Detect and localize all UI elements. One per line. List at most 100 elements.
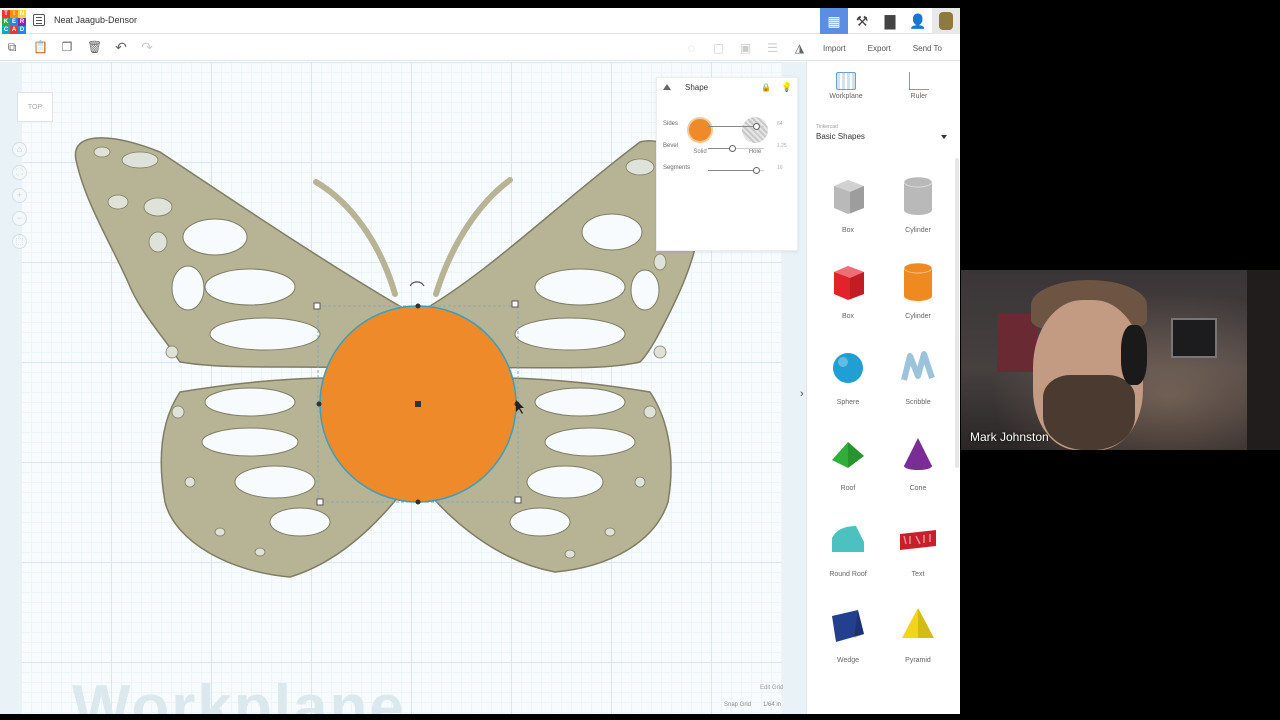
wedge-shape[interactable]: Wedge: [818, 604, 878, 664]
slider-knob[interactable]: [752, 123, 760, 130]
shape-label: Roof: [840, 485, 856, 492]
ruler-icon: [909, 72, 929, 90]
mirror-icon[interactable]: ◮: [786, 41, 813, 55]
slider-value[interactable]: 1.25: [777, 143, 787, 149]
workplane-tool[interactable]: Workplane: [821, 72, 871, 100]
shape-label: Text: [911, 571, 925, 578]
box-hole-shape-icon: [818, 174, 878, 223]
library-source: Tinkercad: [816, 124, 838, 130]
chevron-down-icon[interactable]: [941, 135, 947, 139]
slider-value[interactable]: 64: [777, 121, 783, 127]
shape-label: Cylinder: [905, 227, 931, 234]
tinkercad-logo[interactable]: TINKERCAD: [2, 10, 26, 34]
library-tools: Workplane Ruler: [807, 62, 960, 114]
shape-label: Cylinder: [905, 313, 931, 320]
collapse-caret-icon[interactable]: [663, 84, 671, 90]
shape-inspector: Shape 🔒 💡 Solid Hole Sides 64 Bevel 1.25 Seg…: [656, 77, 798, 251]
undo-icon[interactable]: ↶: [115, 40, 127, 54]
slider-bevel[interactable]: Bevel 1.25: [663, 143, 793, 153]
headset: [1121, 325, 1147, 385]
cylinder-hole-shape-icon: [888, 174, 948, 223]
box-shape-icon: [818, 260, 878, 309]
redo-icon[interactable]: ↷: [141, 40, 153, 54]
slider-fill: [708, 148, 732, 149]
roof-shape-icon: [818, 432, 878, 481]
logo-letter: R: [18, 18, 26, 26]
pyramid-shape[interactable]: Pyramid: [888, 604, 948, 664]
shape-label: Round Roof: [829, 571, 867, 578]
text-shape[interactable]: Text: [888, 518, 948, 578]
slider-segments[interactable]: Segments 10: [663, 165, 793, 175]
shape-label: Box: [841, 313, 855, 320]
library-category-select[interactable]: Basic Shapes: [816, 132, 865, 141]
group-icon[interactable]: ▢: [705, 41, 732, 55]
cone-shape-icon: [888, 432, 948, 481]
grid-view-icon[interactable]: ▦: [820, 8, 848, 34]
cylinder-hole-shape[interactable]: Cylinder: [888, 174, 948, 234]
scribble-shape-icon: [888, 346, 948, 395]
ungroup-icon[interactable]: ▣: [732, 41, 759, 55]
workplane-tool-label: Workplane: [829, 93, 863, 100]
send-to-button[interactable]: Send To: [903, 44, 954, 53]
light-icon[interactable]: ◌: [678, 41, 705, 55]
slider-knob[interactable]: [728, 145, 736, 152]
scribble-shape[interactable]: Scribble: [888, 346, 948, 406]
collapse-panel-icon[interactable]: ›: [800, 388, 804, 400]
shape-label: Wedge: [836, 657, 860, 664]
ruler-tool[interactable]: Ruler: [894, 72, 944, 100]
edit-toolbar: ⧉ 📋 ❐ 🗑 ↶ ↷ ◌ ▢ ▣ ☰ ◮ Import Export Send…: [0, 35, 960, 61]
build-tools-icon[interactable]: ⚒: [848, 8, 876, 34]
snap-grid-select[interactable]: 1/64 in: [763, 702, 781, 708]
slider-track[interactable]: [708, 145, 764, 152]
slider-label: Sides: [663, 121, 679, 127]
slider-fill: [708, 126, 756, 127]
library-scrollbar[interactable]: [955, 158, 959, 468]
cone-shape[interactable]: Cone: [888, 432, 948, 492]
paste-icon[interactable]: 📋: [33, 41, 48, 53]
export-button[interactable]: Export: [858, 44, 903, 53]
add-user-icon[interactable]: 👤: [904, 8, 932, 34]
round-roof-shape[interactable]: Round Roof: [818, 518, 878, 578]
sphere-shape[interactable]: Sphere: [818, 346, 878, 406]
projects-icon[interactable]: ▇: [876, 8, 904, 34]
design-title[interactable]: Neat Jaagub-Densor: [54, 15, 137, 25]
top-bar: TINKERCAD Neat Jaagub-Densor ▦ ⚒ ▇ 👤: [0, 8, 960, 34]
ruler-tool-label: Ruler: [910, 93, 928, 100]
tinkercad-app: TINKERCAD Neat Jaagub-Densor ▦ ⚒ ▇ 👤 ⧉ 📋 ❐ …: [0, 8, 960, 714]
snap-grid-label: Snap Grid: [724, 702, 752, 708]
logo-letter: D: [18, 26, 26, 34]
logo-letter: I: [10, 10, 18, 18]
slider-value[interactable]: 10: [777, 165, 783, 171]
import-button[interactable]: Import: [813, 44, 858, 53]
shape-label: Box: [841, 227, 855, 234]
edit-grid-button[interactable]: Edit Grid: [760, 685, 783, 691]
cylinder-shape[interactable]: Cylinder: [888, 260, 948, 320]
wedge-shape-icon: [818, 604, 878, 653]
slider-track[interactable]: [708, 123, 764, 130]
roof-shape[interactable]: Roof: [818, 432, 878, 492]
delete-icon[interactable]: 🗑: [87, 41, 102, 53]
center-handle[interactable]: [415, 401, 421, 407]
lock-icon[interactable]: 🔒: [761, 83, 771, 92]
box-hole-shape[interactable]: Box: [818, 174, 878, 234]
slider-sides[interactable]: Sides 64: [663, 121, 793, 131]
logo-letter: E: [10, 18, 18, 26]
sphere-shape-icon: [818, 346, 878, 395]
align-icon[interactable]: ☰: [759, 41, 786, 55]
duplicate-icon[interactable]: ❐: [61, 41, 73, 53]
box-shape[interactable]: Box: [818, 260, 878, 320]
visibility-bulb-icon[interactable]: 💡: [781, 82, 792, 93]
shape-inspector-header[interactable]: Shape 🔒 💡: [657, 78, 797, 98]
presenter-name: Mark Johnston: [970, 430, 1049, 444]
shape-library: Workplane Ruler Tinkercad Basic Shapes B…: [806, 62, 960, 714]
bookshelf: [1247, 270, 1280, 450]
avatar-image: [939, 12, 953, 30]
rotate-handle-icon[interactable]: [409, 281, 425, 287]
copy-icon[interactable]: ⧉: [6, 41, 18, 53]
user-avatar[interactable]: [932, 8, 960, 34]
slider-knob[interactable]: [752, 167, 760, 174]
design-menu-icon[interactable]: [33, 14, 45, 26]
slider-track[interactable]: [708, 167, 764, 174]
round-roof-shape-icon: [818, 518, 878, 567]
slider-label: Bevel: [663, 143, 679, 149]
